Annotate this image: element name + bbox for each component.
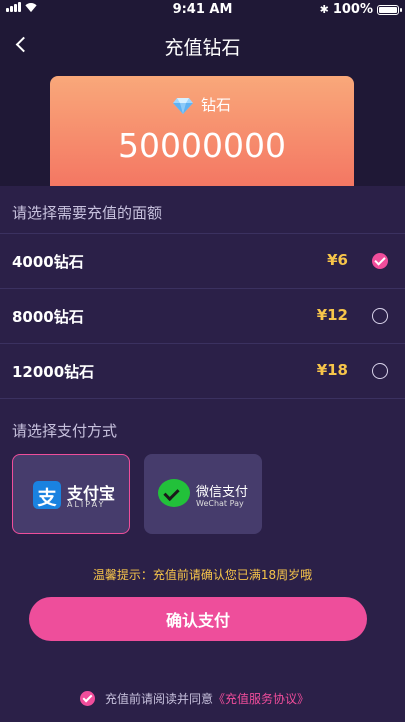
package-name: 4000钻石 xyxy=(12,253,84,271)
alipay-icon xyxy=(33,481,61,510)
package-row[interactable]: 12000钻石 ¥18 xyxy=(0,344,405,399)
agreement-link[interactable]: 《充值服务协议》 xyxy=(213,690,309,707)
battery-percent: 100% xyxy=(332,2,373,17)
package-name: 8000钻石 xyxy=(12,308,84,326)
balance-card: 钻石 50000000 xyxy=(50,76,354,186)
package-name: 12000钻石 xyxy=(12,363,95,381)
package-price: ¥6 xyxy=(327,251,348,269)
alipay-sub: ALIPAY xyxy=(67,500,106,509)
balance-label: 钻石 xyxy=(200,96,231,114)
alipay-option[interactable]: 支付宝 ALIPAY xyxy=(12,454,130,534)
radio-unchecked-icon[interactable] xyxy=(372,308,388,324)
warm-tip: 温馨提示：充值前请确认您已满18周岁哦 xyxy=(92,568,313,582)
status-right: ✱ 100% xyxy=(319,2,402,17)
agree-check-icon[interactable] xyxy=(80,691,95,706)
wechat-pay-icon xyxy=(158,479,190,507)
wechat-pay-name: 微信支付 xyxy=(196,485,249,500)
status-bar: 9:41 AM ✱ 100% xyxy=(0,0,405,20)
package-list: 4000钻石 ¥6 8000钻石 ¥12 12000钻石 ¥18 xyxy=(0,233,405,399)
package-row[interactable]: 4000钻石 ¥6 xyxy=(0,233,405,289)
package-price: ¥18 xyxy=(316,361,348,379)
radio-unchecked-icon[interactable] xyxy=(372,363,388,379)
agreement-text: 充值前请阅读并同意 xyxy=(105,692,214,706)
bluetooth-icon: ✱ xyxy=(319,3,329,16)
package-row[interactable]: 8000钻石 ¥12 xyxy=(0,289,405,344)
radio-checked-icon[interactable] xyxy=(372,253,388,269)
payment-title: 请选择支付方式 xyxy=(12,422,118,440)
package-price: ¥12 xyxy=(316,306,348,324)
packages-title: 请选择需要充值的面额 xyxy=(12,204,163,222)
balance-label-row: 钻石 xyxy=(50,94,354,115)
agreement-row: 充值前请阅读并同意 《充值服务协议》 xyxy=(80,690,309,707)
battery-icon xyxy=(377,4,402,15)
nav-bar: 充值钻石 xyxy=(0,24,405,64)
diamond-icon xyxy=(172,97,193,114)
wechat-pay-option[interactable]: 微信支付 WeChat Pay xyxy=(144,454,262,534)
wechat-pay-sub: WeChat Pay xyxy=(196,499,244,508)
balance-value: 50000000 xyxy=(118,126,286,165)
page-title: 充值钻石 xyxy=(164,37,241,59)
confirm-pay-button[interactable]: 确认支付 xyxy=(29,597,367,641)
